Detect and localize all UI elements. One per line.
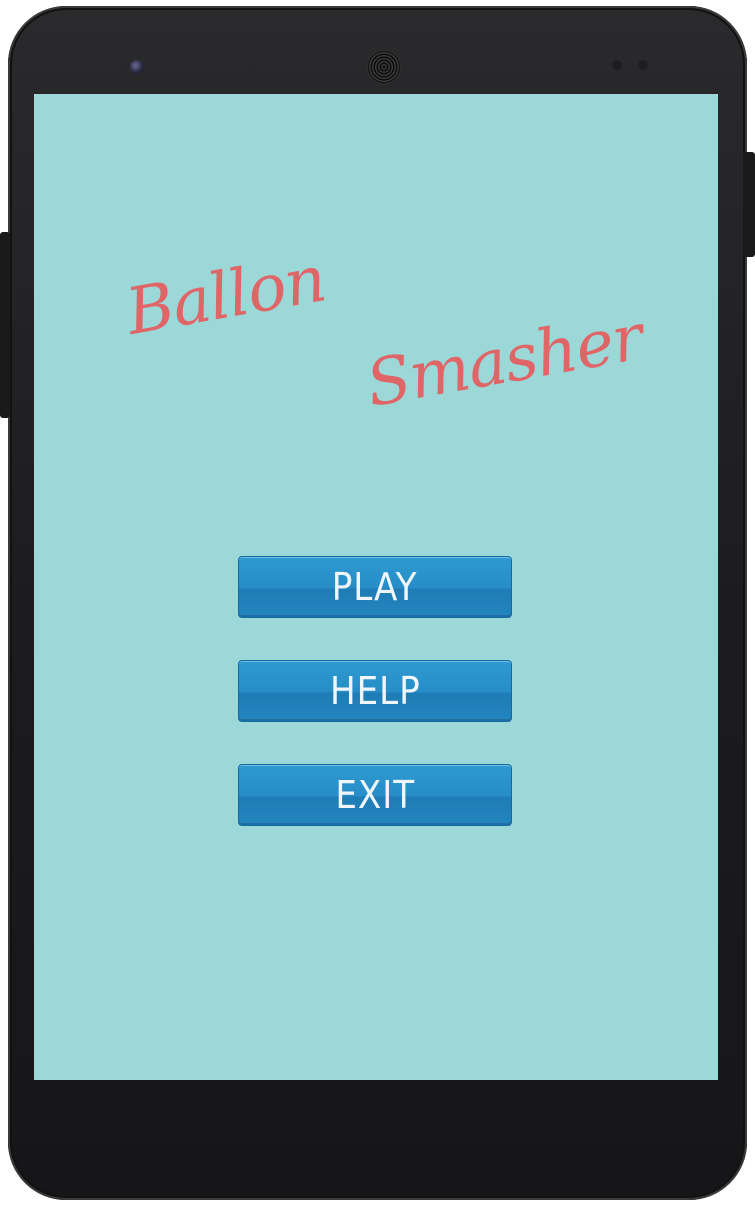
game-title-line2: Smasher [361,300,648,422]
play-button-label: PLAY [332,565,418,609]
exit-button-label: EXIT [335,773,415,817]
power-button [743,152,755,257]
light-sensor [638,60,648,70]
speaker-grille-icon [368,51,400,83]
game-screen: Ballon Smasher PLAY HELP EXIT [34,94,718,1080]
proximity-sensor [612,60,622,70]
front-camera-icon [130,60,144,74]
volume-button [0,232,10,418]
game-title-line1: Ballon [121,242,331,350]
help-button-label: HELP [329,669,421,713]
play-button[interactable]: PLAY [238,556,512,618]
help-button[interactable]: HELP [238,660,512,722]
exit-button[interactable]: EXIT [238,764,512,826]
